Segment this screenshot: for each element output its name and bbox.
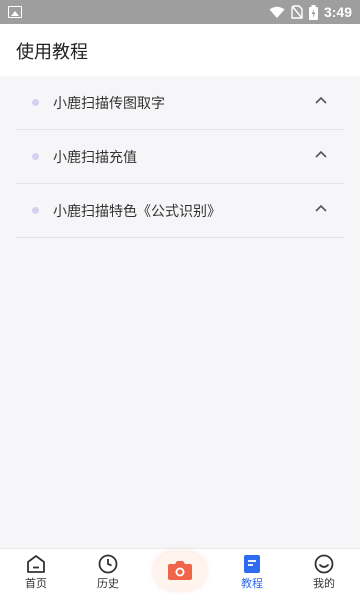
bullet-dot (32, 153, 39, 160)
status-bar: 3:49 (0, 0, 360, 24)
faq-item-formula-recognition[interactable]: 小鹿扫描特色《公式识别》 (16, 184, 344, 238)
page-title: 使用教程 (16, 42, 88, 63)
gallery-notification-icon (8, 6, 22, 18)
faq-item-label: 小鹿扫描传图取字 (53, 96, 165, 112)
camera-scan-button[interactable] (154, 552, 206, 590)
tab-mine[interactable]: 我的 (288, 549, 360, 600)
tab-home[interactable]: 首页 (0, 549, 72, 600)
clock-icon (98, 554, 118, 574)
tab-mine-label: 我的 (313, 577, 335, 590)
faq-item-upload-ocr[interactable]: 小鹿扫描传图取字 (16, 76, 344, 130)
tab-history-label: 历史 (97, 577, 119, 590)
camera-icon (168, 561, 192, 580)
tutorial-list: 小鹿扫描传图取字 小鹿扫描充值 小鹿扫描特色《公式识别》 (0, 76, 360, 548)
status-time: 3:49 (323, 4, 352, 20)
tab-tutorial-label: 教程 (241, 577, 263, 590)
bottom-tab-bar: 首页 历史 教程 我的 (0, 548, 360, 600)
faq-item-label: 小鹿扫描充值 (53, 150, 137, 166)
smile-face-icon (314, 554, 334, 574)
tab-tutorial[interactable]: 教程 (216, 549, 288, 600)
faq-item-recharge[interactable]: 小鹿扫描充值 (16, 130, 344, 184)
no-sim-icon (291, 5, 303, 19)
document-icon (244, 555, 260, 573)
faq-item-label: 小鹿扫描特色《公式识别》 (53, 204, 221, 220)
home-icon (27, 555, 45, 573)
status-icons: 3:49 (269, 3, 352, 21)
wifi-icon (269, 6, 285, 18)
battery-charging-icon (308, 4, 318, 20)
tab-history[interactable]: 历史 (72, 549, 144, 600)
chevron-up-icon[interactable] (314, 203, 328, 213)
header: 使用教程 (0, 24, 360, 76)
bullet-dot (32, 99, 39, 106)
chevron-up-icon[interactable] (314, 149, 328, 159)
chevron-up-icon[interactable] (314, 95, 328, 105)
tab-home-label: 首页 (25, 577, 47, 590)
bullet-dot (32, 207, 39, 214)
